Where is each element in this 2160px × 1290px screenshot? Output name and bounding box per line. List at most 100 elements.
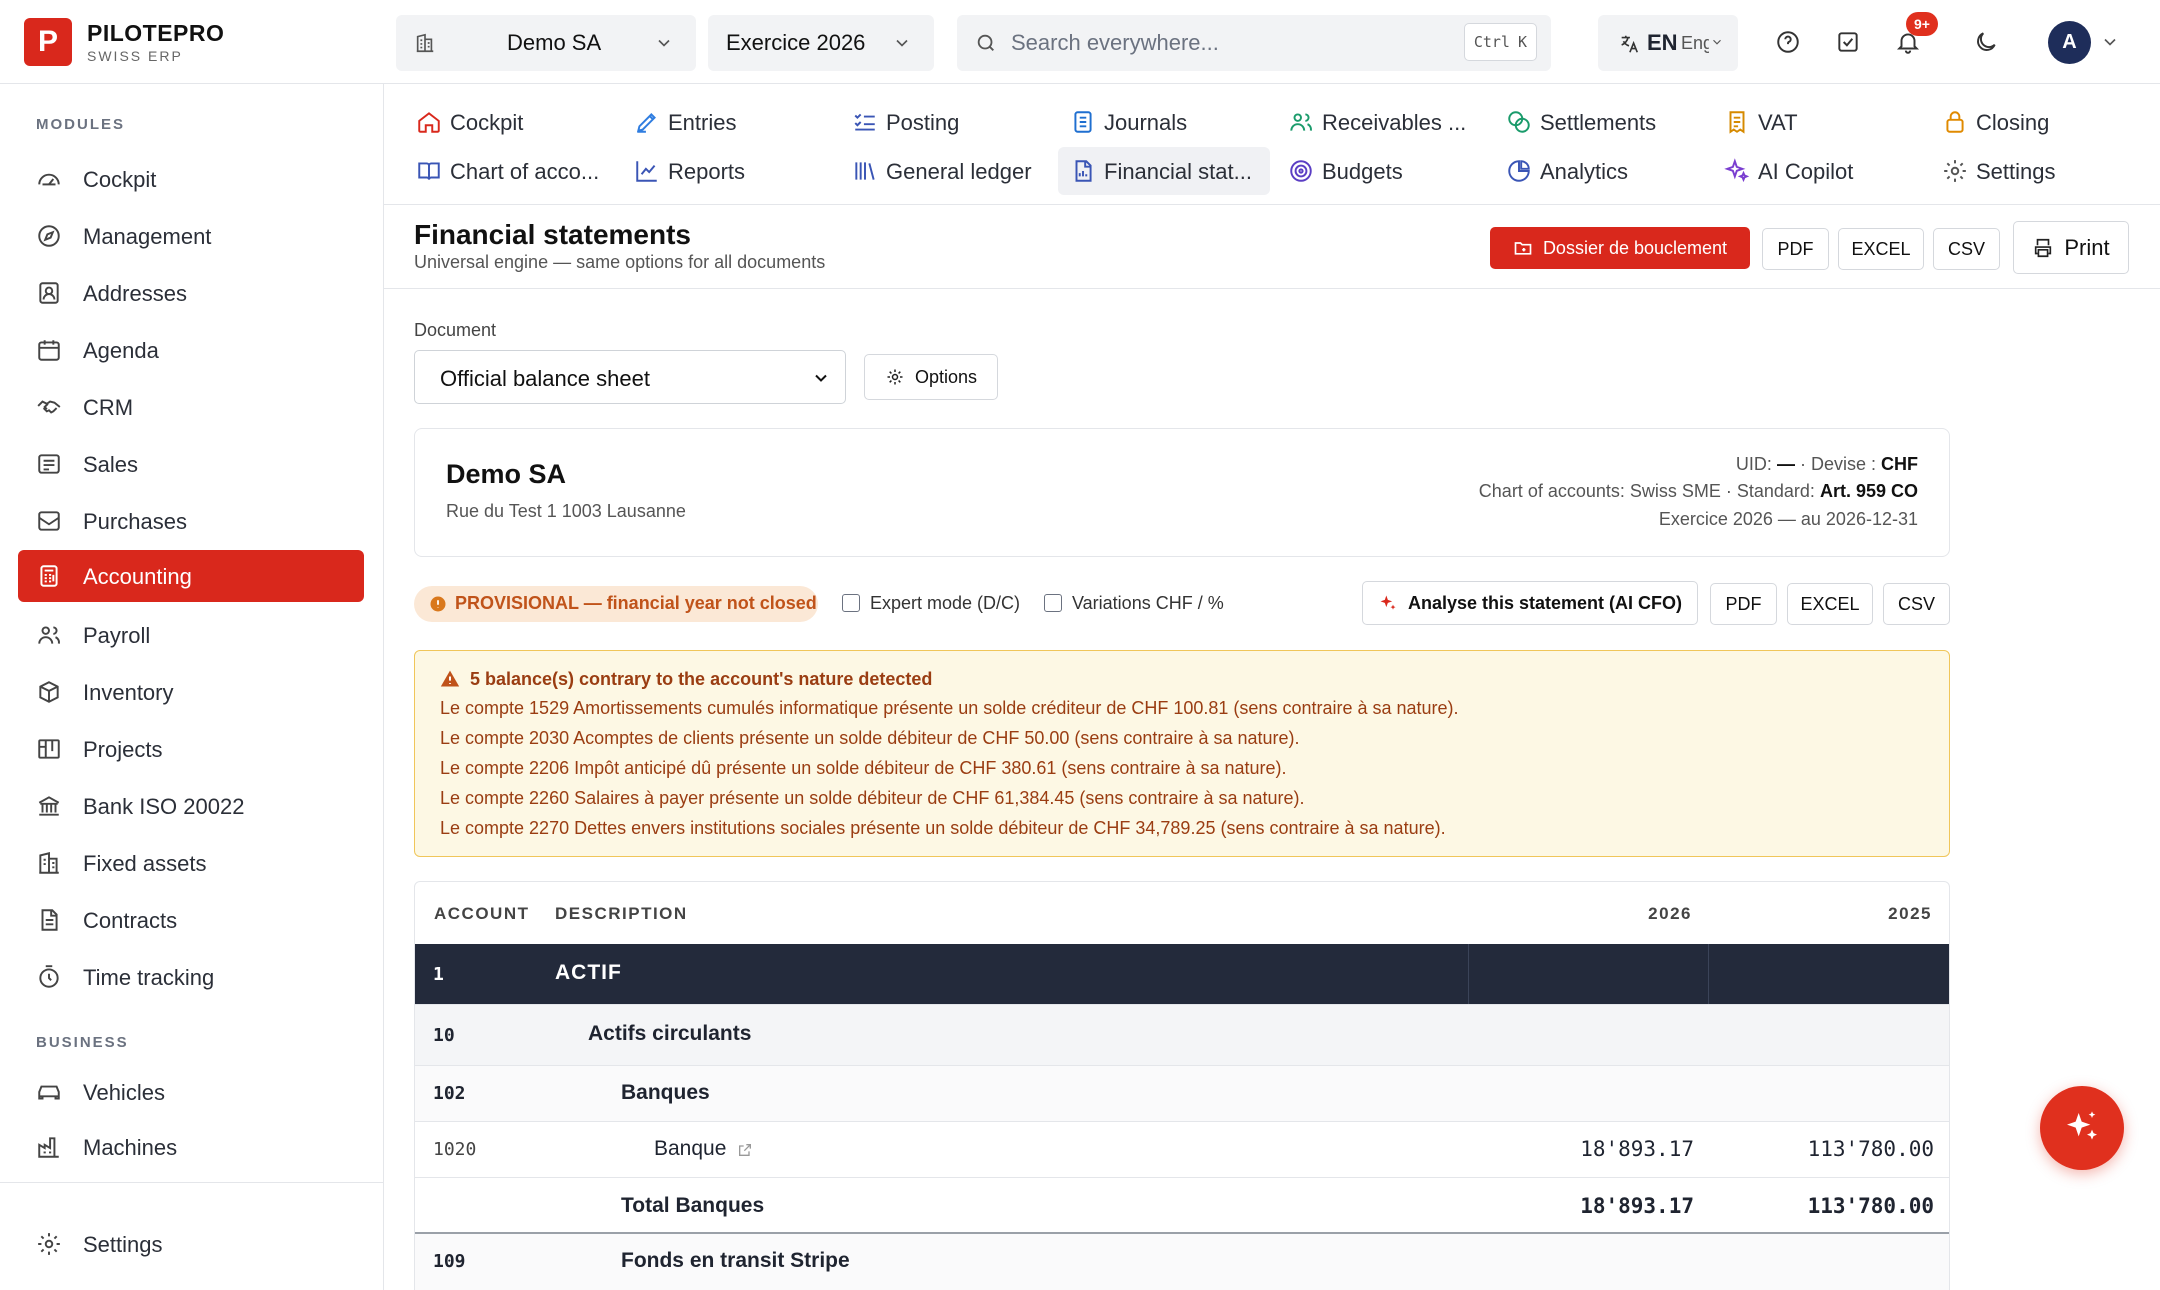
tab-entries[interactable]: Entries [602, 98, 812, 146]
chevron-down-icon[interactable] [2100, 32, 2120, 52]
open-book-icon [416, 158, 442, 184]
printer-icon [2032, 237, 2054, 259]
company-selector[interactable]: Demo SA [396, 15, 696, 71]
receipt-icon [1724, 109, 1750, 135]
statement-excel-button[interactable]: EXCEL [1787, 583, 1873, 625]
statement-csv-button[interactable]: CSV [1883, 583, 1950, 625]
home-icon [416, 109, 442, 135]
tasks-icon[interactable] [1830, 24, 1866, 60]
column-divider [1468, 944, 1469, 1004]
gear-icon [1942, 158, 1968, 184]
company-card-name: Demo SA [446, 459, 567, 489]
tab-posting[interactable]: Posting [820, 98, 1030, 146]
sidebar-item-agenda[interactable]: Agenda [18, 324, 364, 376]
sidebar-item-projects[interactable]: Projects [18, 723, 364, 775]
table-row-total: Total Banques 18'893.17 113'780.00 [415, 1177, 1949, 1234]
print-button[interactable]: Print [2013, 221, 2129, 274]
language-code: EN [1647, 30, 1678, 55]
gear-icon [36, 1231, 62, 1257]
help-icon[interactable] [1770, 24, 1806, 60]
table-row-account[interactable]: 1020 Banque 18'893.17 113'780.00 [415, 1121, 1949, 1177]
fiscal-year-selector[interactable]: Exercice 2026 [708, 15, 934, 71]
top-bar: P PILOTEPRO SWISS ERP Demo SA Exercice 2… [0, 0, 2160, 84]
chevron-down-icon [1710, 35, 1724, 49]
account-link[interactable]: Banque [654, 1137, 726, 1161]
page-header: Financial statements Universal engine — … [384, 205, 2160, 289]
sidebar-item-vehicles[interactable]: Vehicles [18, 1066, 364, 1118]
chart-standard-line: Chart of accounts: Swiss SME · Standard:… [1478, 481, 1918, 501]
moon-icon[interactable] [1968, 24, 2004, 60]
tab-settlements[interactable]: Settlements [1474, 98, 1684, 146]
compass-icon [36, 223, 62, 249]
analyse-ai-cfo-button[interactable]: Analyse this statement (AI CFO) [1362, 581, 1698, 625]
uid-currency-line: UID: — · Devise : CHF [1735, 454, 1918, 474]
tab-vat[interactable]: VAT [1692, 98, 1902, 146]
translate-icon [1618, 33, 1640, 55]
sidebar-item-bank[interactable]: Bank ISO 20022 [18, 780, 364, 832]
sidebar: MODULES Cockpit Management Addresses Age… [0, 84, 384, 1290]
folder-icon [1513, 238, 1533, 258]
table-row-subgroup: 109 Fonds en transit Stripe [415, 1234, 1949, 1290]
chevron-down-icon [654, 33, 674, 53]
tab-general-ledger[interactable]: General ledger [820, 147, 1032, 195]
fiscal-year: Exercice 2026 [726, 30, 866, 55]
external-link-icon[interactable] [737, 1142, 753, 1158]
sidebar-item-contracts[interactable]: Contracts [18, 894, 364, 946]
statement-pdf-button[interactable]: PDF [1710, 583, 1777, 625]
sparkles-icon [2062, 1108, 2102, 1148]
info-icon [429, 595, 447, 613]
search-input[interactable]: Search everywhere... [1011, 30, 1219, 56]
provisional-badge: PROVISIONAL — financial year not closed [414, 586, 818, 622]
sidebar-item-accounting[interactable]: Accounting [18, 550, 364, 602]
ai-assistant-fab[interactable] [2040, 1086, 2124, 1170]
tab-financial-statements[interactable]: Financial stat... [1058, 147, 1270, 195]
language-selector[interactable]: EN Eng [1598, 15, 1738, 71]
box-icon [36, 679, 62, 705]
sidebar-item-settings[interactable]: Settings [18, 1218, 364, 1270]
excel-export-button[interactable]: EXCEL [1838, 228, 1924, 270]
tab-analytics[interactable]: Analytics [1474, 147, 1684, 195]
sidebar-item-management[interactable]: Management [18, 210, 364, 262]
checkbox-box[interactable] [1044, 594, 1062, 612]
building-icon [414, 32, 436, 54]
options-button[interactable]: Options [864, 354, 998, 400]
tab-budgets[interactable]: Budgets [1256, 147, 1466, 195]
global-search[interactable]: Search everywhere... Ctrl K [957, 15, 1551, 71]
pdf-export-button[interactable]: PDF [1762, 228, 1829, 270]
company-name: Demo SA [507, 30, 602, 55]
tab-closing[interactable]: Closing [1910, 98, 2120, 146]
document-select[interactable]: Official balance sheet [414, 350, 846, 404]
file-chart-icon [1070, 158, 1096, 184]
tab-cockpit[interactable]: Cockpit [384, 98, 594, 146]
tab-reports[interactable]: Reports [602, 147, 812, 195]
sidebar-item-crm[interactable]: CRM [18, 381, 364, 433]
tab-receivables[interactable]: Receivables ... [1256, 98, 1466, 146]
sidebar-item-fixed-assets[interactable]: Fixed assets [18, 837, 364, 889]
sidebar-item-time-tracking[interactable]: Time tracking [18, 951, 364, 1003]
sidebar-item-cockpit[interactable]: Cockpit [18, 153, 364, 205]
gear-icon [885, 367, 905, 387]
column-header-description: DESCRIPTION [555, 904, 688, 923]
avatar[interactable]: A [2048, 21, 2091, 64]
checkbox-box[interactable] [842, 594, 860, 612]
csv-export-button[interactable]: CSV [1933, 228, 2000, 270]
sidebar-item-machines[interactable]: Machines [18, 1121, 364, 1173]
sidebar-item-purchases[interactable]: Purchases [18, 495, 364, 547]
sidebar-item-addresses[interactable]: Addresses [18, 267, 364, 319]
sidebar-item-payroll[interactable]: Payroll [18, 609, 364, 661]
line-chart-icon [634, 158, 660, 184]
calendar-icon [36, 337, 62, 363]
tab-journals[interactable]: Journals [1038, 98, 1248, 146]
tab-ai-copilot[interactable]: AI Copilot [1692, 147, 1902, 195]
period-line: Exercice 2026 — au 2026-12-31 [1658, 509, 1918, 529]
app-logo[interactable]: P [24, 18, 72, 66]
dossier-de-bouclement-button[interactable]: Dossier de bouclement [1490, 227, 1750, 269]
sidebar-item-inventory[interactable]: Inventory [18, 666, 364, 718]
chevron-down-icon [892, 33, 912, 53]
sidebar-item-sales[interactable]: Sales [18, 438, 364, 490]
tab-settings[interactable]: Settings [1910, 147, 2120, 195]
tab-chart-of-accounts[interactable]: Chart of acco... [384, 147, 599, 195]
search-shortcut: Ctrl K [1463, 23, 1537, 61]
brand-subtitle: SWISS ERP [87, 48, 183, 64]
users-icon [1288, 109, 1314, 135]
